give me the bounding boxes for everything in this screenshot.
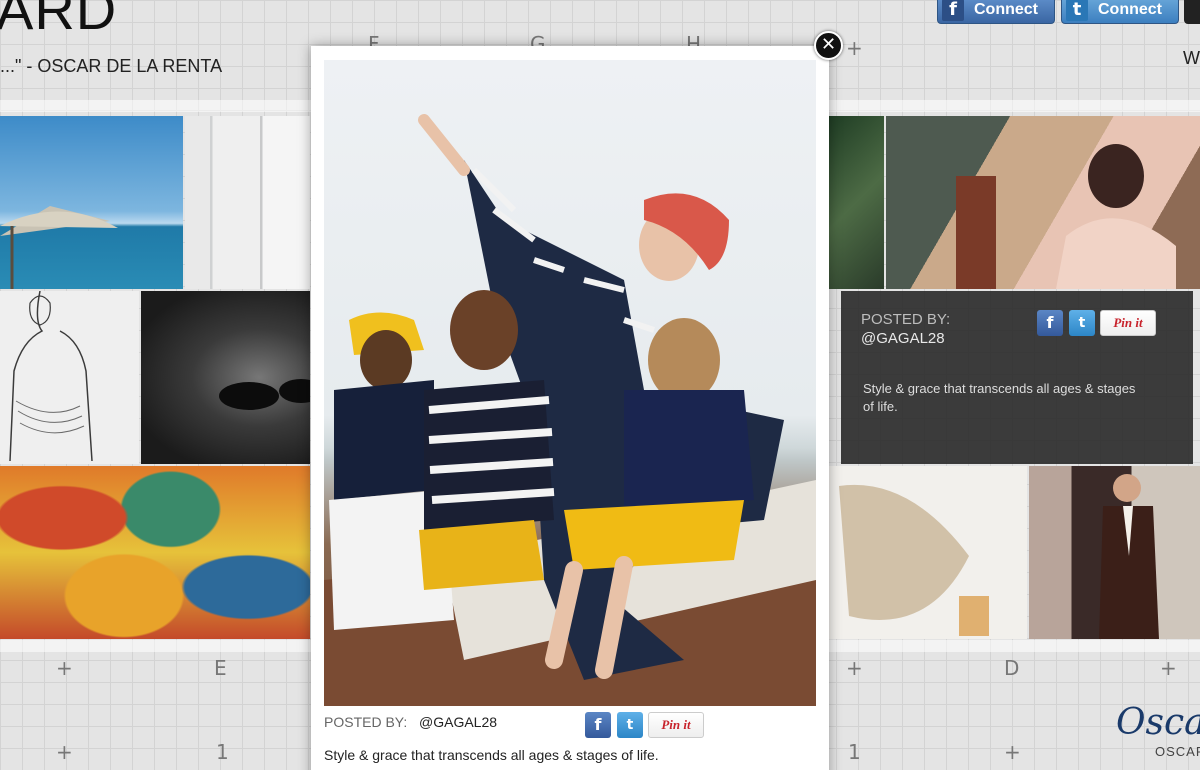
twitter-connect-button[interactable]: t Connect — [1061, 0, 1179, 24]
illustration-tile[interactable] — [829, 466, 1027, 639]
posted-by-username[interactable]: @GAGAL28 — [861, 330, 945, 347]
modal-posted-by-label: POSTED BY: — [324, 714, 408, 730]
brand-logo-subtext: OSCAR — [1155, 744, 1200, 759]
family-on-boat-image — [324, 114, 816, 706]
woman-painting-image — [956, 144, 1176, 289]
modal-description: Style & grace that transcends all ages &… — [324, 747, 659, 763]
facebook-share-icon[interactable]: f — [1037, 310, 1063, 336]
beach-umbrella-tile[interactable] — [0, 116, 183, 289]
header-quote: ..." - OSCAR DE LA RENTA — [0, 56, 223, 76]
facebook-connect-label: Connect — [974, 1, 1038, 18]
grid-label: E — [214, 656, 227, 680]
fashion-sketch-tile[interactable] — [0, 291, 139, 464]
brand-logo[interactable]: Osca — [1116, 702, 1200, 743]
portrait-photo-tile[interactable] — [141, 291, 310, 464]
facebook-share-icon[interactable]: f — [585, 712, 611, 738]
grid-label: + — [56, 740, 73, 764]
pin-detail-card[interactable]: POSTED BY: @GAGAL28 f t Pin it Style & g… — [841, 291, 1193, 464]
grid-label: + — [1160, 656, 1177, 680]
twitter-icon: t — [1066, 0, 1088, 21]
twitter-connect-label: Connect — [1098, 1, 1162, 18]
plants-tile[interactable] — [829, 116, 884, 289]
pin-description: Style & grace that transcends all ages &… — [863, 381, 1136, 414]
film-still-tile[interactable] — [1029, 466, 1200, 639]
grid-label: + — [846, 656, 863, 680]
grid-label: + — [56, 656, 73, 680]
classical-painting-tile[interactable] — [886, 116, 1200, 289]
pin-modal — [311, 46, 829, 770]
architecture-tile[interactable] — [185, 116, 310, 289]
grid-label: 1 — [848, 740, 861, 764]
close-modal-button[interactable]: ✕ — [814, 31, 843, 60]
grid-label: + — [1004, 740, 1021, 764]
modal-posted-by-username[interactable]: @GAGAL28 — [419, 714, 497, 730]
man-in-suit-image — [1099, 474, 1159, 639]
umbrella-image — [0, 206, 118, 289]
twitter-share-icon[interactable]: t — [1069, 310, 1095, 336]
painting-tile[interactable] — [0, 466, 310, 639]
brushstroke-image — [839, 484, 989, 636]
facebook-icon: f — [942, 0, 964, 21]
grid-label: + — [846, 36, 863, 60]
header-right-text: W — [1183, 48, 1200, 68]
grid-label: 1 — [216, 740, 229, 764]
more-connect-button[interactable] — [1184, 0, 1200, 24]
modal-photo — [324, 60, 816, 706]
sketch-drawing — [9, 291, 93, 462]
posted-by-label: POSTED BY: — [861, 311, 951, 328]
pinterest-pin-button[interactable]: Pin it — [648, 712, 704, 738]
pinterest-pin-button[interactable]: Pin it — [1100, 310, 1156, 336]
facebook-connect-button[interactable]: f Connect — [937, 0, 1055, 24]
sunglasses-image — [219, 379, 310, 410]
grid-label: D — [1004, 656, 1020, 680]
twitter-share-icon[interactable]: t — [617, 712, 643, 738]
site-title: ARD — [0, 0, 118, 41]
